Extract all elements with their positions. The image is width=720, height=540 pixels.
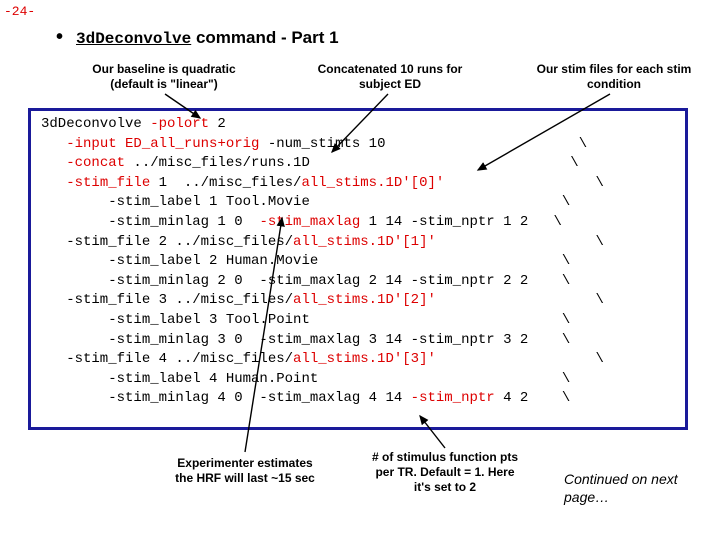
code-box: 3dDeconvolve -polort 2 -input ED_all_run… <box>28 108 688 430</box>
title-command: 3dDeconvolve <box>76 30 191 48</box>
continued-note: Continued on next page… <box>564 470 704 506</box>
annotation-stimfiles: Our stim files for each stim condition <box>524 62 704 92</box>
bullet: • <box>56 26 63 49</box>
title-rest: command - Part 1 <box>191 28 338 47</box>
code-block: 3dDeconvolve -polort 2 -input ED_all_run… <box>41 115 675 409</box>
annotation-nptr: # of stimulus function pts per TR. Defau… <box>370 450 520 495</box>
slide-title: 3dDeconvolve command - Part 1 <box>76 28 339 48</box>
page-number: -24- <box>4 4 35 19</box>
annotation-baseline: Our baseline is quadratic (default is "l… <box>74 62 254 92</box>
annotation-concat: Concatenated 10 runs for subject ED <box>300 62 480 92</box>
annotation-experimenter: Experimenter estimates the HRF will last… <box>170 456 320 486</box>
